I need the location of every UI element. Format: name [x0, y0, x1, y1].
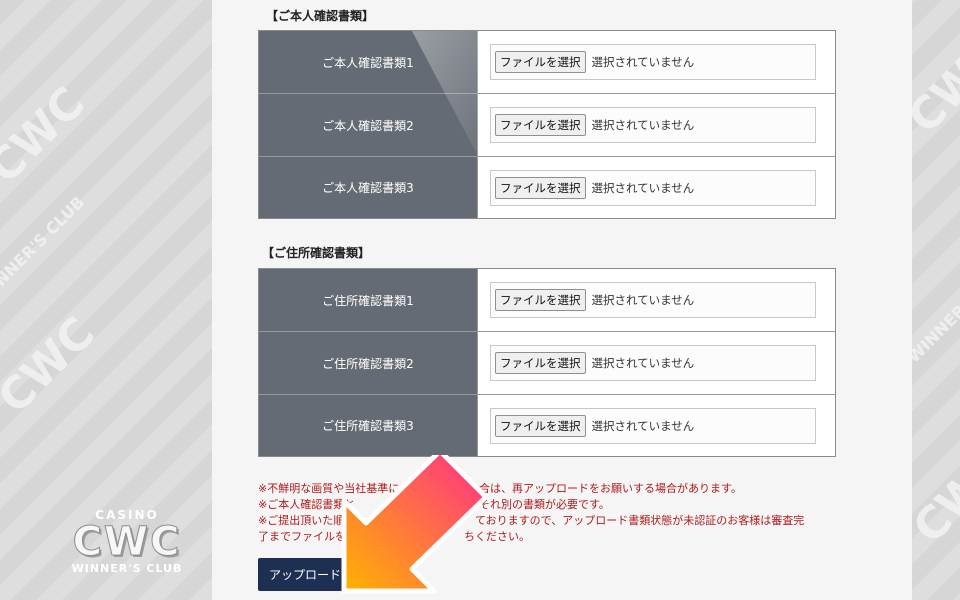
file-input-field[interactable]: ファイルを選択 選択されていません	[490, 407, 816, 444]
row-cell: ファイルを選択 選択されていません	[478, 31, 835, 93]
file-status-text: 選択されていません	[591, 356, 695, 370]
row-label: ご本人確認書類2	[259, 94, 478, 156]
upload-button[interactable]: アップロード	[258, 558, 352, 591]
note-line-3a: ※ご提出頂いた順に	[258, 514, 356, 527]
logo-brand-text: CWC	[72, 519, 182, 565]
file-status-text: 選択されていません	[591, 180, 695, 195]
cwc-logo: CASINO CWC WINNER'S CLUB	[62, 508, 192, 586]
file-input-field[interactable]: ファイルを選択 選択されていません	[490, 44, 816, 80]
note-line-3b: ておりますので、アップロード書類状態が未認証のお客様は審査完	[475, 514, 805, 527]
note-line-4b: ちください。	[464, 530, 530, 543]
row-label: ご住所確認書類3	[259, 395, 478, 456]
file-input-field[interactable]: ファイルを選択 選択されていません	[490, 282, 816, 318]
file-input-field[interactable]: ファイルを選択 選択されていません	[490, 345, 816, 381]
table-row: ご本人確認書類1 ファイルを選択 選択されていません	[259, 31, 835, 94]
choose-file-button[interactable]: ファイルを選択	[495, 114, 586, 136]
row-label: ご住所確認書類2	[259, 332, 478, 394]
row-cell: ファイルを選択 選択されていません	[478, 395, 835, 456]
note-line-4a: 了までファイルを	[258, 530, 346, 543]
row-cell: ファイルを選択 選択されていません	[478, 157, 835, 218]
file-status-text: 選択されていません	[591, 418, 695, 433]
table-row: ご住所確認書類1 ファイルを選択 選択されていません	[259, 269, 835, 332]
choose-file-button[interactable]: ファイルを選択	[495, 51, 586, 73]
identity-upload-table: ご本人確認書類1 ファイルを選択 選択されていません ご本人確認書類2 ファイル…	[258, 30, 836, 219]
note-line-1a: ※不鮮明な画質や当社基準に	[258, 482, 400, 495]
note-line-2b: それ別の書類が必要です。	[479, 498, 610, 511]
row-cell: ファイルを選択 選択されていません	[478, 94, 835, 156]
note-line-1b: 合は、再アップロードをお願いする場合があります。	[479, 482, 742, 495]
choose-file-button[interactable]: ファイルを選択	[495, 176, 586, 199]
file-status-text: 選択されていません	[591, 118, 695, 132]
choose-file-button[interactable]: ファイルを選択	[495, 352, 586, 374]
table-row: ご住所確認書類2 ファイルを選択 選択されていません	[259, 332, 835, 395]
file-status-text: 選択されていません	[591, 293, 695, 307]
table-row: ご本人確認書類3 ファイルを選択 選択されていません	[259, 157, 835, 218]
row-label: ご本人確認書類3	[259, 157, 478, 218]
row-cell: ファイルを選択 選択されていません	[478, 332, 835, 394]
file-input-field[interactable]: ファイルを選択 選択されていません	[490, 169, 816, 206]
file-status-text: 選択されていません	[591, 55, 695, 69]
file-input-field[interactable]: ファイルを選択 選択されていません	[490, 107, 816, 143]
note-line-2a: ※ご本人確認書類と	[258, 498, 356, 511]
row-label: ご本人確認書類1	[259, 31, 478, 93]
table-row: ご住所確認書類3 ファイルを選択 選択されていません	[259, 395, 835, 456]
row-label: ご住所確認書類1	[259, 269, 478, 331]
address-upload-table: ご住所確認書類1 ファイルを選択 選択されていません ご住所確認書類2 ファイル…	[258, 268, 836, 457]
address-section-title: 【ご住所確認書類】	[262, 246, 371, 260]
logo-club-text: WINNER'S CLUB	[71, 562, 183, 575]
row-cell: ファイルを選択 選択されていません	[478, 269, 835, 331]
choose-file-button[interactable]: ファイルを選択	[495, 414, 586, 437]
table-row: ご本人確認書類2 ファイルを選択 選択されていません	[259, 94, 835, 157]
choose-file-button[interactable]: ファイルを選択	[495, 289, 586, 311]
identity-section-title: 【ご本人確認書類】	[266, 9, 375, 23]
